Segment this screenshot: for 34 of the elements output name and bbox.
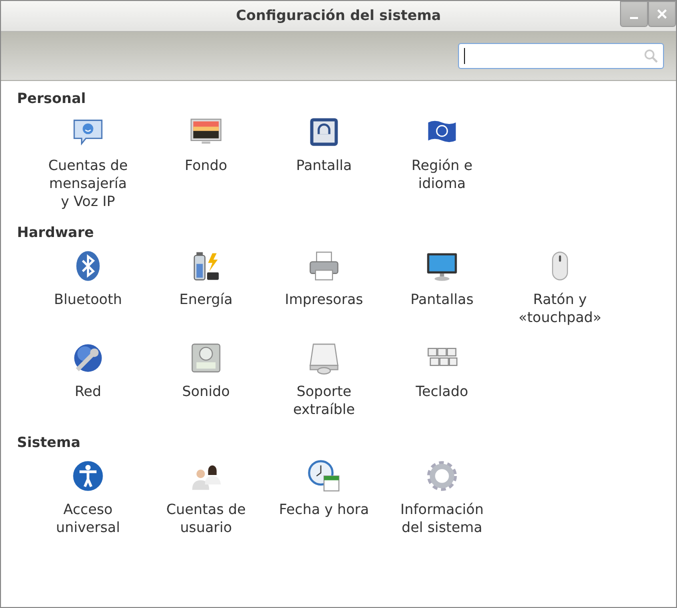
search-icon — [644, 49, 658, 63]
section-heading: Personal — [17, 91, 87, 107]
settings-item-label[interactable]: Ratón y «touchpad» — [518, 291, 602, 327]
minimize-icon — [630, 17, 638, 19]
search-field[interactable] — [458, 43, 664, 69]
settings-item-label[interactable]: Red — [74, 383, 102, 401]
settings-item-label[interactable]: Fecha y hora — [278, 501, 369, 519]
settings-item-label[interactable]: Región e idioma — [412, 157, 472, 193]
settings-item-label[interactable]: Impresoras — [284, 291, 364, 309]
settings-item-label[interactable]: Fondo — [184, 157, 228, 175]
printer-icon[interactable] — [307, 249, 341, 283]
settings-item-label[interactable]: Acceso universal — [56, 501, 120, 537]
lock-icon[interactable] — [307, 115, 341, 149]
accessibility-icon[interactable] — [71, 459, 105, 493]
sound-panel-icon[interactable] — [189, 341, 223, 375]
globe-wrench-icon[interactable] — [71, 341, 105, 375]
settings-item-label[interactable]: Pantalla — [296, 157, 352, 175]
settings-item-label[interactable]: Bluetooth — [54, 291, 122, 309]
clock-calendar-icon[interactable] — [307, 459, 341, 493]
settings-item-label[interactable]: Energía — [179, 291, 233, 309]
section-heading: Sistema — [17, 435, 82, 451]
settings-item-label[interactable]: Soporte extraíble — [293, 383, 355, 419]
settings-item-label[interactable]: Sonido — [182, 383, 230, 401]
close-button[interactable] — [648, 1, 676, 27]
window-title: Configuración del sistema — [236, 8, 441, 24]
settings-item-label[interactable]: Cuentas de mensajería y Voz IP — [48, 157, 128, 211]
close-icon — [657, 9, 667, 19]
minimize-button[interactable] — [620, 1, 648, 27]
settings-item-label[interactable]: Información del sistema — [400, 501, 484, 537]
settings-item-label[interactable]: Cuentas de usuario — [166, 501, 246, 537]
section-heading: Hardware — [17, 225, 95, 241]
disc-drive-icon[interactable] — [307, 341, 341, 375]
settings-item-label[interactable]: Pantallas — [410, 291, 474, 309]
settings-item-label[interactable]: Teclado — [416, 383, 468, 401]
